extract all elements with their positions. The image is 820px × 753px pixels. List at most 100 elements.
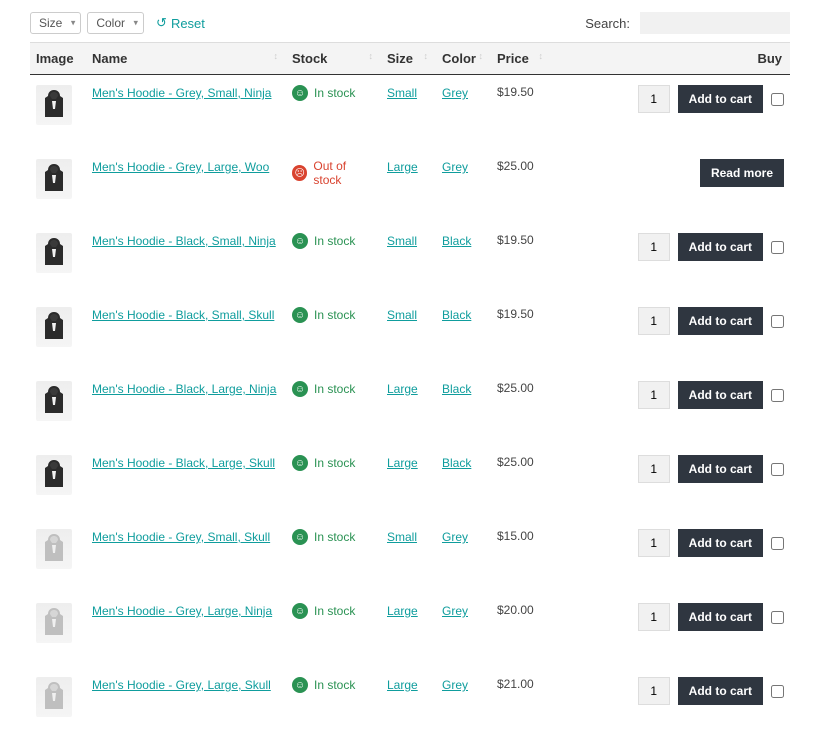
size-filter-link[interactable]: Large (387, 678, 418, 692)
read-more-button[interactable]: Read more (700, 159, 784, 187)
select-row-checkbox[interactable] (771, 463, 784, 476)
product-name-link[interactable]: Men's Hoodie - Grey, Large, Ninja (92, 604, 272, 618)
col-image: Image (30, 43, 86, 75)
price-value: $25.00 (491, 371, 551, 445)
table-row: Men's Hoodie - Black, Large, Ninja ☺ In st… (30, 371, 790, 445)
select-row-checkbox[interactable] (771, 685, 784, 698)
product-thumbnail[interactable] (36, 233, 72, 273)
col-stock[interactable]: Stock (286, 43, 381, 75)
select-row-checkbox[interactable] (771, 93, 784, 106)
product-thumbnail[interactable] (36, 381, 72, 421)
col-price[interactable]: Price (491, 43, 551, 75)
color-filter-link[interactable]: Grey (442, 604, 468, 618)
color-filter-link[interactable]: Black (442, 382, 471, 396)
color-filter-link[interactable]: Black (442, 456, 471, 470)
search-input[interactable] (640, 12, 790, 34)
product-thumbnail[interactable] (36, 85, 72, 125)
size-filter-link[interactable]: Small (387, 86, 417, 100)
col-size[interactable]: Size (381, 43, 436, 75)
filter-toolbar: Size Color ↺ Reset Search: (30, 12, 790, 34)
size-filter-link[interactable]: Small (387, 234, 417, 248)
undo-icon: ↺ (156, 15, 167, 31)
product-table: Image Name Stock Size Color Price Buy Me… (30, 42, 790, 741)
add-to-cart-button[interactable]: Add to cart (678, 455, 763, 483)
price-value: $19.50 (491, 223, 551, 297)
quantity-input[interactable] (638, 85, 670, 113)
product-thumbnail[interactable] (36, 307, 72, 347)
add-to-cart-button[interactable]: Add to cart (678, 603, 763, 631)
smile-icon: ☺ (292, 307, 308, 323)
product-name-link[interactable]: Men's Hoodie - Grey, Large, Woo (92, 160, 269, 174)
stock-status-text: In stock (314, 456, 355, 470)
product-thumbnail[interactable] (36, 529, 72, 569)
reset-label: Reset (171, 16, 205, 31)
col-name[interactable]: Name (86, 43, 286, 75)
select-row-checkbox[interactable] (771, 611, 784, 624)
table-row: Men's Hoodie - Grey, Large, Skull ☺ In sto… (30, 667, 790, 741)
select-row-checkbox[interactable] (771, 315, 784, 328)
table-row: Men's Hoodie - Black, Small, Skull ☺ In st… (30, 297, 790, 371)
product-thumbnail[interactable] (36, 159, 72, 199)
color-filter-link[interactable]: Grey (442, 160, 468, 174)
search-label: Search: (585, 16, 630, 31)
size-filter-link[interactable]: Large (387, 382, 418, 396)
price-value: $21.00 (491, 667, 551, 741)
stock-status-text: In stock (314, 382, 355, 396)
quantity-input[interactable] (638, 529, 670, 557)
price-value: $25.00 (491, 445, 551, 519)
add-to-cart-button[interactable]: Add to cart (678, 233, 763, 261)
product-thumbnail[interactable] (36, 455, 72, 495)
smile-icon: ☺ (292, 677, 308, 693)
size-filter-link[interactable]: Large (387, 604, 418, 618)
select-row-checkbox[interactable] (771, 241, 784, 254)
add-to-cart-button[interactable]: Add to cart (678, 677, 763, 705)
quantity-input[interactable] (638, 455, 670, 483)
add-to-cart-button[interactable]: Add to cart (678, 85, 763, 113)
select-row-checkbox[interactable] (771, 389, 784, 402)
stock-status-text: Out of stock (313, 159, 375, 187)
color-filter-link[interactable]: Black (442, 234, 471, 248)
product-name-link[interactable]: Men's Hoodie - Black, Small, Skull (92, 308, 274, 322)
size-filter-link[interactable]: Large (387, 160, 418, 174)
quantity-input[interactable] (638, 603, 670, 631)
smile-icon: ☺ (292, 381, 308, 397)
select-row-checkbox[interactable] (771, 537, 784, 550)
product-thumbnail[interactable] (36, 677, 72, 717)
size-filter-select[interactable]: Size (30, 12, 81, 34)
color-filter-link[interactable]: Grey (442, 678, 468, 692)
add-to-cart-button[interactable]: Add to cart (678, 529, 763, 557)
size-filter-link[interactable]: Small (387, 308, 417, 322)
product-thumbnail[interactable] (36, 603, 72, 643)
color-filter-link[interactable]: Black (442, 308, 471, 322)
stock-status-text: In stock (314, 604, 355, 618)
quantity-input[interactable] (638, 677, 670, 705)
size-filter-link[interactable]: Large (387, 456, 418, 470)
color-filter-select[interactable]: Color (87, 12, 144, 34)
quantity-input[interactable] (638, 233, 670, 261)
add-to-cart-button[interactable]: Add to cart (678, 307, 763, 335)
smile-icon: ☺ (292, 529, 308, 545)
smile-icon: ☺ (292, 233, 308, 249)
color-filter-link[interactable]: Grey (442, 86, 468, 100)
product-name-link[interactable]: Men's Hoodie - Grey, Large, Skull (92, 678, 271, 692)
price-value: $20.00 (491, 593, 551, 667)
quantity-input[interactable] (638, 307, 670, 335)
price-value: $25.00 (491, 149, 551, 223)
smile-icon: ☺ (292, 603, 308, 619)
price-value: $19.50 (491, 297, 551, 371)
product-name-link[interactable]: Men's Hoodie - Black, Small, Ninja (92, 234, 276, 248)
product-name-link[interactable]: Men's Hoodie - Grey, Small, Ninja (92, 86, 271, 100)
stock-status-text: In stock (314, 308, 355, 322)
product-name-link[interactable]: Men's Hoodie - Black, Large, Ninja (92, 382, 276, 396)
col-color[interactable]: Color (436, 43, 491, 75)
price-value: $15.00 (491, 519, 551, 593)
stock-status-text: In stock (314, 86, 355, 100)
quantity-input[interactable] (638, 381, 670, 409)
add-to-cart-button[interactable]: Add to cart (678, 381, 763, 409)
stock-status-text: In stock (314, 678, 355, 692)
smile-icon: ☺ (292, 85, 308, 101)
table-row: Men's Hoodie - Grey, Small, Skull☺In sto… (30, 519, 790, 593)
reset-filters-link[interactable]: ↺ Reset (156, 15, 205, 31)
table-row: Men's Hoodie - Black, Large, Skull☺In st… (30, 445, 790, 519)
product-name-link[interactable]: Men's Hoodie - Black, Large, Skull (92, 456, 275, 470)
